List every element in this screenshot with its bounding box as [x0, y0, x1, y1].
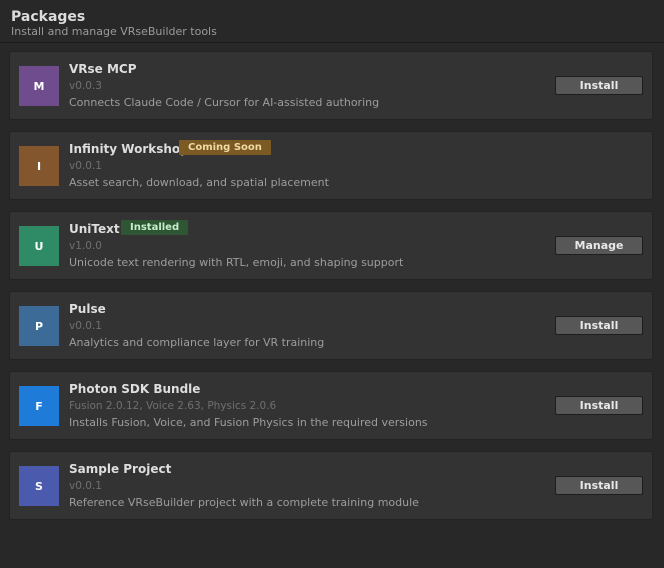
package-card-sample-project: S Sample Project v0.0.1 Reference VRseBu…: [9, 451, 653, 520]
package-name: VRse MCP: [69, 62, 137, 76]
package-version: v0.0.1: [69, 480, 102, 492]
package-letter-icon: I: [19, 146, 59, 186]
install-button[interactable]: Install: [555, 76, 643, 95]
package-version: v1.0.0: [69, 240, 102, 252]
install-button[interactable]: Install: [555, 316, 643, 335]
package-card-pulse: P Pulse v0.0.1 Analytics and compliance …: [9, 291, 653, 360]
package-letter-icon: M: [19, 66, 59, 106]
manage-button[interactable]: Manage: [555, 236, 643, 255]
package-version: Fusion 2.0.12, Voice 2.63, Physics 2.0.6: [69, 400, 277, 412]
package-description: Reference VRseBuilder project with a com…: [69, 496, 419, 509]
install-button[interactable]: Install: [555, 476, 643, 495]
package-card-infinity-workshop: I Infinity Workshop Coming Soon v0.0.1 A…: [9, 131, 653, 200]
package-card-vrse-mcp: M VRse MCP v0.0.3 Connects Claude Code /…: [9, 51, 653, 120]
installed-badge: Installed: [121, 220, 189, 235]
package-description: Installs Fusion, Voice, and Fusion Physi…: [69, 416, 428, 429]
package-letter-icon: S: [19, 466, 59, 506]
package-description: Analytics and compliance layer for VR tr…: [69, 336, 325, 349]
package-version: v0.0.3: [69, 80, 102, 92]
package-name: Sample Project: [69, 462, 172, 476]
packages-header: Packages Install and manage VRseBuilder …: [0, 0, 664, 43]
package-letter-icon: U: [19, 226, 59, 266]
package-description: Unicode text rendering with RTL, emoji, …: [69, 256, 404, 269]
package-name: UniText: [69, 222, 120, 236]
package-description: Connects Claude Code / Cursor for AI-ass…: [69, 96, 380, 109]
package-version: v0.0.1: [69, 320, 102, 332]
install-button[interactable]: Install: [555, 396, 643, 415]
coming-soon-badge: Coming Soon: [179, 140, 271, 155]
page-subtitle: Install and manage VRseBuilder tools: [11, 25, 217, 38]
package-letter-icon: F: [19, 386, 59, 426]
package-description: Asset search, download, and spatial plac…: [69, 176, 329, 189]
package-name: Infinity Workshop: [69, 142, 189, 156]
package-card-unitext: U UniText Installed v1.0.0 Unicode text …: [9, 211, 653, 280]
package-version: v0.0.1: [69, 160, 102, 172]
package-card-photon-sdk-bundle: F Photon SDK Bundle Fusion 2.0.12, Voice…: [9, 371, 653, 440]
package-letter-icon: P: [19, 306, 59, 346]
package-name: Pulse: [69, 302, 106, 316]
page-title: Packages: [11, 9, 86, 25]
package-name: Photon SDK Bundle: [69, 382, 201, 396]
